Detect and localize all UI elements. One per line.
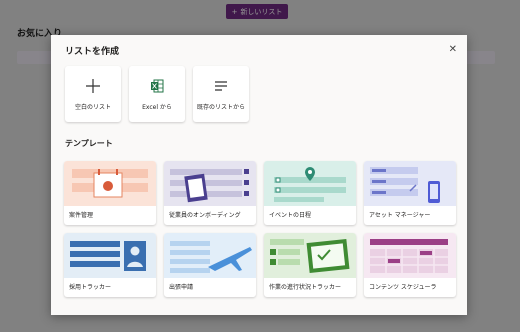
plus-icon [86,79,100,93]
template-label: 出張申請 [169,284,194,291]
create-option-label: 既存のリストから [196,104,245,111]
template-card-employee-onboarding[interactable]: 従業員のオンボーディング [164,161,256,225]
bug-calendar-illustration [72,169,148,198]
template-thumbnail [264,233,356,278]
template-thumbnail [164,161,256,206]
template-card-asset-manager[interactable]: アセット マネージャー [364,161,456,225]
template-card-work-progress-tracker[interactable]: 作業の進行状況トラッカー [264,233,356,297]
template-card-event-itinerary[interactable]: イベントの日程 [264,161,356,225]
template-thumbnail [164,233,256,278]
template-thumbnail [64,233,156,278]
template-thumbnail [364,161,456,206]
create-option-label: Excel から [142,104,172,111]
calendar-grid-illustration [370,239,448,273]
template-label: イベントの日程 [269,212,312,219]
create-list-dialog: リストを作成 ✕ 空白のリスト Excel から 既存のリストから テンプレート… [51,35,467,315]
map-pin-illustration [274,167,346,202]
template-thumbnail [64,161,156,206]
dialog-title: リストを作成 [65,47,120,57]
checklist-board-illustration [270,238,350,274]
create-from-excel-card[interactable]: Excel から [129,66,185,122]
create-blank-list-card[interactable]: 空白のリスト [65,66,121,122]
template-label: コンテンツ スケジューラ [369,284,437,291]
template-card-content-scheduler[interactable]: コンテンツ スケジューラ [364,233,456,297]
create-from-existing-card[interactable]: 既存のリストから [193,66,249,122]
template-label: 作業の進行状況トラッカー [269,284,342,291]
template-thumbnail [264,161,356,206]
airplane-illustration [170,241,252,273]
templates-title: テンプレート [65,139,113,148]
list-lines-icon [215,81,227,91]
template-label: 案件管理 [69,212,94,219]
template-card-recruitment-tracker[interactable]: 採用トラッカー [64,233,156,297]
close-icon[interactable]: ✕ [449,44,457,55]
applicant-illustration [70,241,146,271]
template-thumbnail [364,233,456,278]
excel-icon [151,79,164,93]
clipboard-illustration [170,169,249,203]
phone-illustration [370,167,440,203]
template-label: アセット マネージャー [369,212,431,219]
create-option-label: 空白のリスト [74,104,111,111]
template-label: 採用トラッカー [69,284,112,291]
template-card-issue-tracker[interactable]: 案件管理 [64,161,156,225]
template-card-travel-requests[interactable]: 出張申請 [164,233,256,297]
template-label: 従業員のオンボーディング [169,212,241,219]
